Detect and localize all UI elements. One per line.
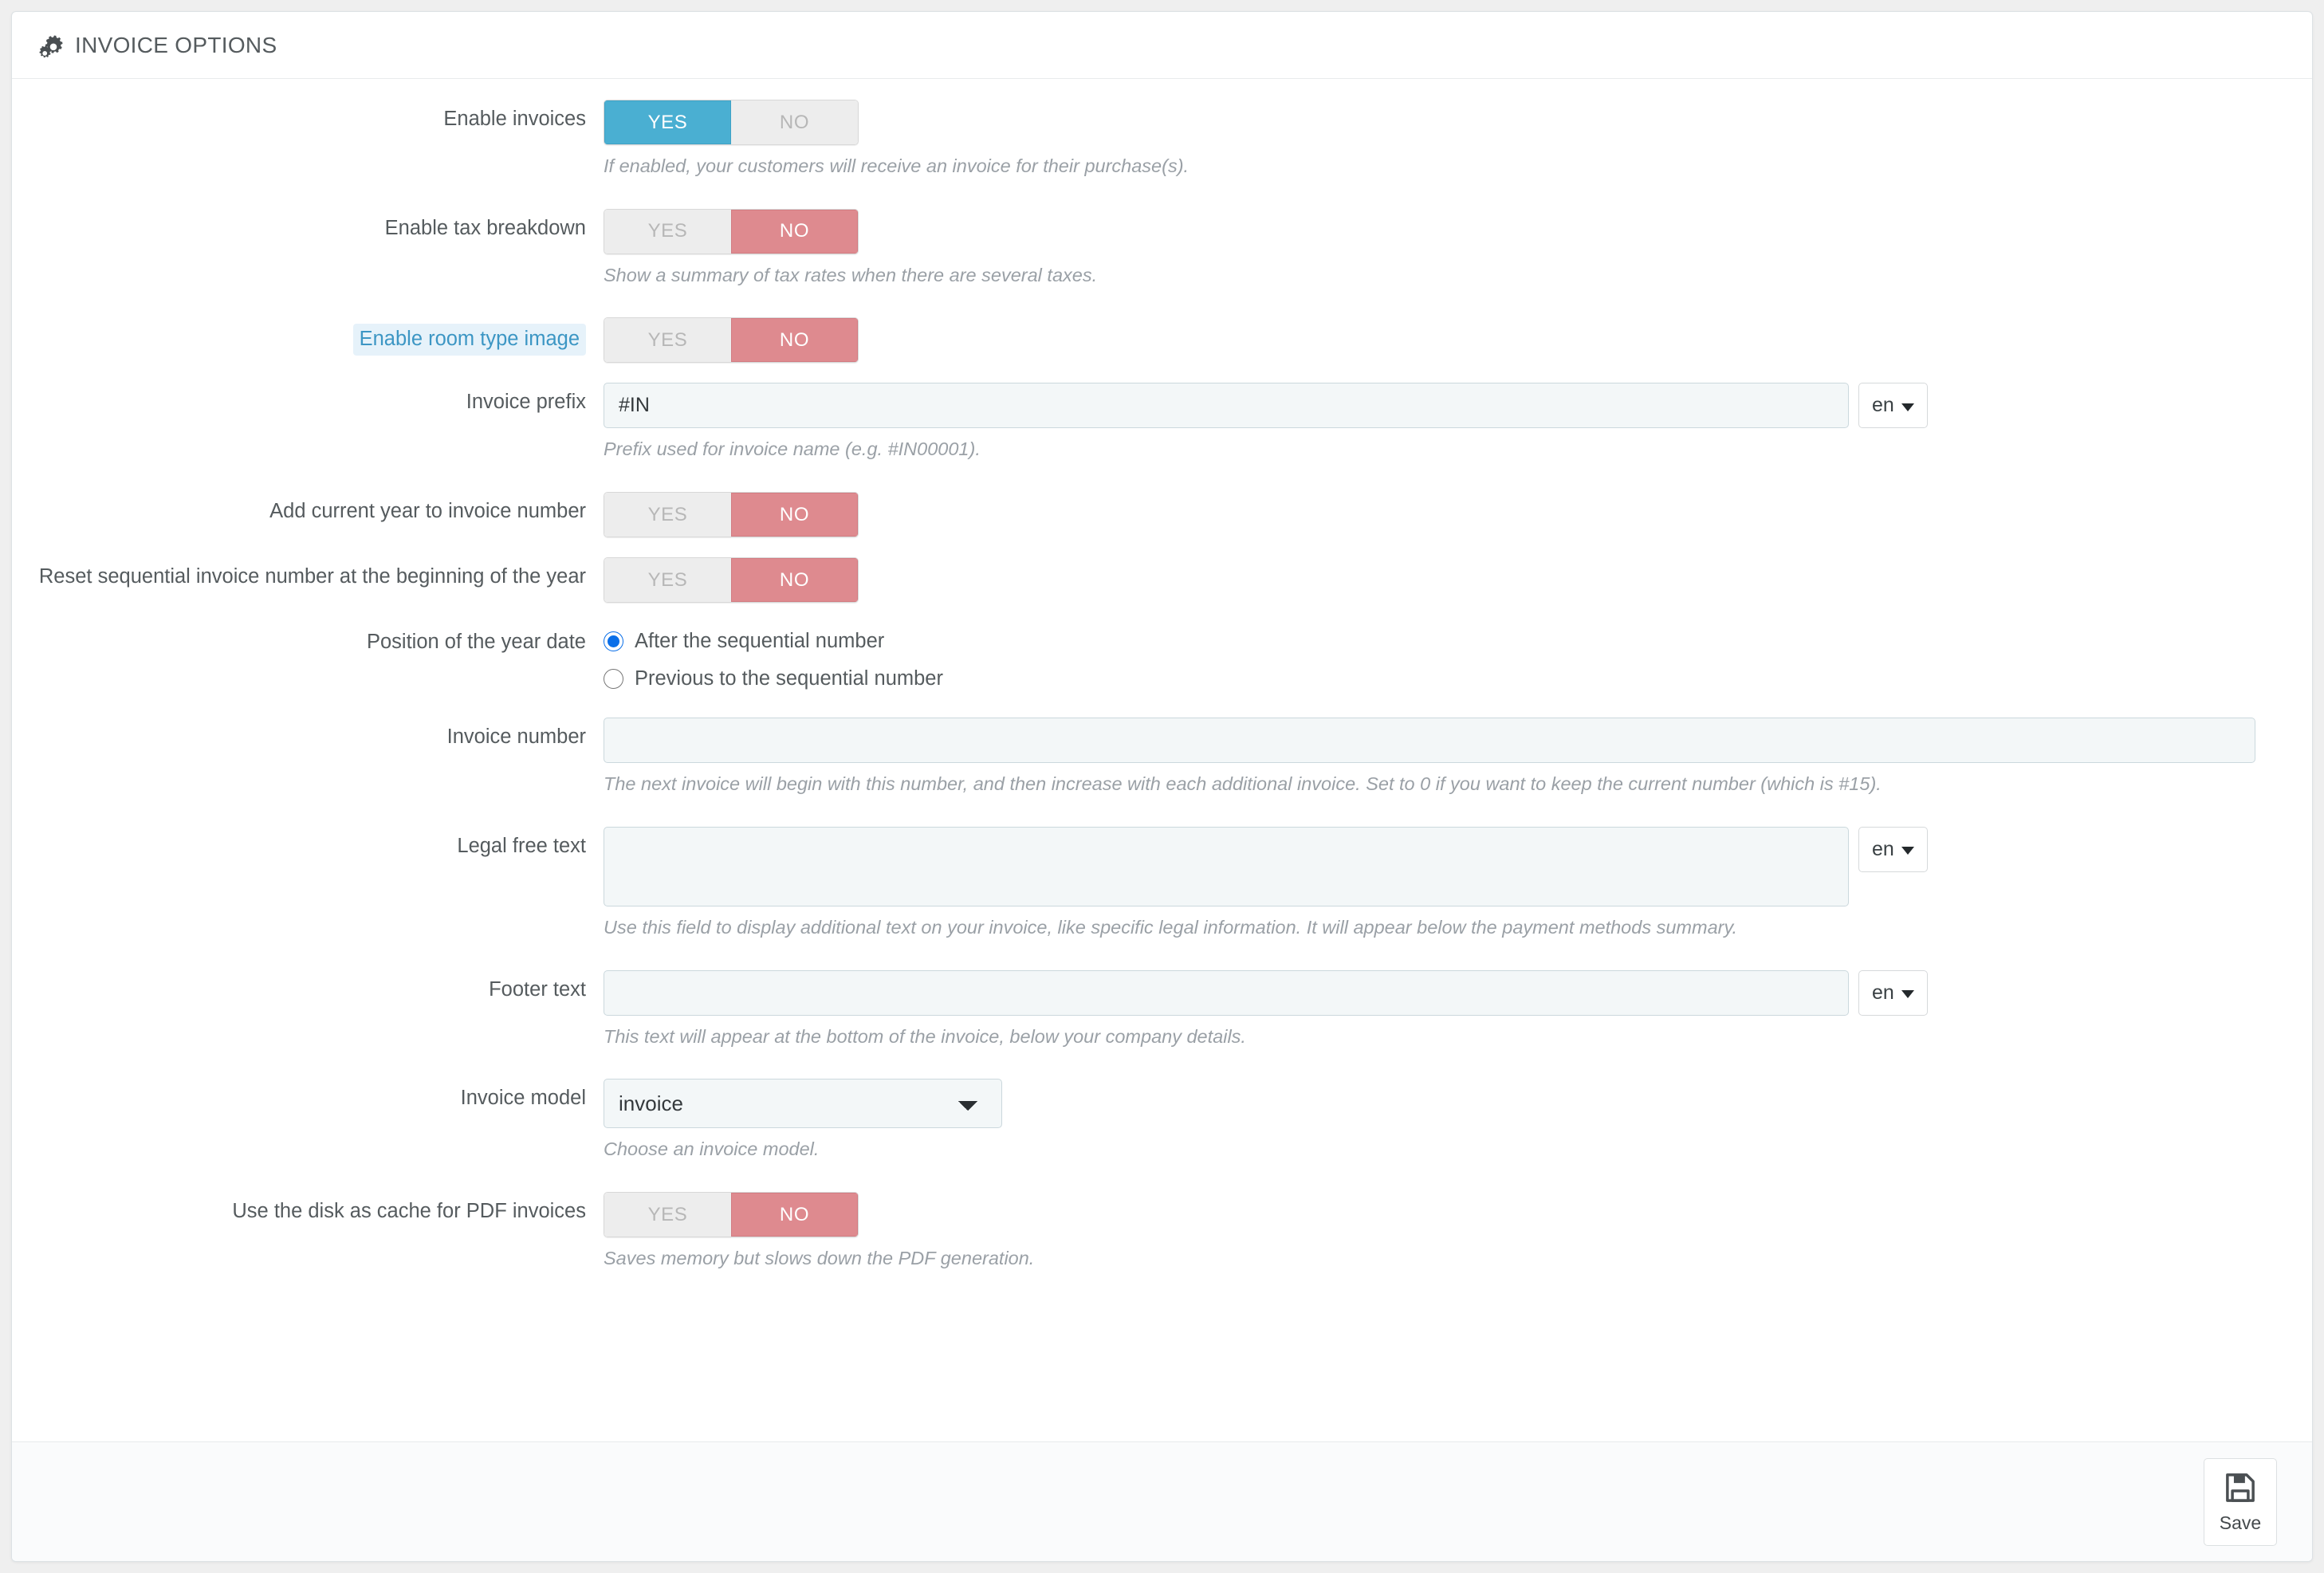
toggle-reset-sequential[interactable]: YES NO bbox=[604, 557, 859, 604]
panel-header: INVOICE OPTIONS bbox=[12, 12, 2312, 79]
save-button-label: Save bbox=[2219, 1512, 2262, 1533]
invoice-number-input[interactable] bbox=[604, 718, 2255, 764]
toggle-enable-invoices[interactable]: YES NO bbox=[604, 100, 859, 145]
language-code: en bbox=[1872, 837, 1894, 860]
panel-body: Enable invoices YES NO If enabled, your … bbox=[12, 79, 2312, 1304]
help-disk-cache: Saves memory but slows down the PDF gene… bbox=[604, 1248, 1035, 1269]
radio-label-previous[interactable]: Previous to the sequential number bbox=[635, 667, 943, 690]
help-invoice-model: Choose an invoice model. bbox=[604, 1138, 820, 1160]
toggle-enable-tax-breakdown[interactable]: YES NO bbox=[604, 208, 859, 254]
label-disk-cache: Use the disk as cache for PDF invoices bbox=[232, 1200, 586, 1223]
toggle-yes[interactable]: YES bbox=[604, 318, 731, 363]
label-footer-text: Footer text bbox=[489, 977, 586, 1001]
toggle-no[interactable]: NO bbox=[731, 1193, 858, 1237]
help-enable-tax-breakdown: Show a summary of tax rates when there a… bbox=[604, 264, 1098, 285]
label-invoice-prefix: Invoice prefix bbox=[466, 391, 586, 414]
row-footer-text: Footer text en This text will appear at … bbox=[12, 969, 2312, 1050]
row-invoice-prefix: Invoice prefix en Prefix used for invoic… bbox=[12, 383, 2312, 462]
save-button[interactable]: Save bbox=[2204, 1457, 2277, 1546]
label-add-current-year: Add current year to invoice number bbox=[269, 500, 586, 523]
language-dropdown-legal-free-text[interactable]: en bbox=[1858, 826, 1928, 872]
toggle-no[interactable]: NO bbox=[731, 558, 858, 603]
toggle-enable-room-type-image[interactable]: YES NO bbox=[604, 317, 859, 364]
toggle-add-current-year[interactable]: YES NO bbox=[604, 492, 859, 538]
floppy-disk-icon bbox=[2223, 1470, 2258, 1509]
toggle-no[interactable]: NO bbox=[731, 318, 858, 363]
radio-option-after[interactable]: After the sequential number bbox=[604, 623, 2280, 660]
radio-option-previous[interactable]: Previous to the sequential number bbox=[604, 660, 2280, 698]
language-dropdown-invoice-prefix[interactable]: en bbox=[1858, 383, 1928, 429]
toggle-yes[interactable]: YES bbox=[604, 100, 731, 144]
label-enable-tax-breakdown: Enable tax breakdown bbox=[384, 216, 586, 239]
toggle-yes[interactable]: YES bbox=[604, 493, 731, 537]
toggle-yes[interactable]: YES bbox=[604, 558, 731, 603]
invoice-prefix-input[interactable] bbox=[604, 383, 1849, 429]
row-invoice-number: Invoice number The next invoice will beg… bbox=[12, 718, 2312, 797]
cogs-icon bbox=[37, 33, 67, 60]
toggle-yes[interactable]: YES bbox=[604, 1193, 731, 1237]
row-reset-sequential: Reset sequential invoice number at the b… bbox=[12, 557, 2312, 604]
chevron-down-icon bbox=[1901, 990, 1914, 999]
help-footer-text: This text will appear at the bottom of t… bbox=[604, 1025, 1246, 1047]
row-disk-cache: Use the disk as cache for PDF invoices Y… bbox=[12, 1192, 2312, 1272]
label-reset-sequential: Reset sequential invoice number at the b… bbox=[38, 565, 586, 588]
label-highlight-text: Enable room type image bbox=[352, 324, 586, 356]
label-enable-room-type-image: Enable room type image bbox=[12, 317, 604, 356]
help-invoice-prefix: Prefix used for invoice name (e.g. #IN00… bbox=[604, 438, 981, 460]
panel-footer: Save bbox=[12, 1441, 2312, 1561]
language-dropdown-footer-text[interactable]: en bbox=[1858, 969, 1928, 1016]
toggle-no[interactable]: NO bbox=[731, 209, 858, 254]
invoice-options-panel: INVOICE OPTIONS Enable invoices YES NO I… bbox=[11, 11, 2313, 1562]
chevron-down-icon bbox=[1901, 403, 1914, 411]
language-code: en bbox=[1872, 394, 1894, 417]
help-invoice-number: The next invoice will begin with this nu… bbox=[604, 773, 1882, 795]
legal-free-text-input[interactable] bbox=[604, 826, 1849, 906]
radio-label-after[interactable]: After the sequential number bbox=[635, 630, 884, 653]
label-enable-invoices: Enable invoices bbox=[443, 108, 586, 130]
row-legal-free-text: Legal free text en Use this field to dis… bbox=[12, 826, 2312, 941]
row-enable-invoices: Enable invoices YES NO If enabled, your … bbox=[12, 100, 2312, 179]
language-code: en bbox=[1872, 981, 1894, 1004]
label-legal-free-text: Legal free text bbox=[457, 834, 586, 857]
row-enable-room-type-image: Enable room type image YES NO bbox=[12, 317, 2312, 364]
help-legal-free-text: Use this field to display additional tex… bbox=[604, 916, 1738, 938]
label-invoice-model: Invoice model bbox=[460, 1087, 586, 1110]
label-invoice-number: Invoice number bbox=[446, 726, 586, 749]
radio-input-after[interactable] bbox=[604, 631, 623, 652]
row-enable-tax-breakdown: Enable tax breakdown YES NO Show a summa… bbox=[12, 208, 2312, 289]
invoice-model-select[interactable]: invoice bbox=[604, 1079, 1002, 1129]
panel-title: INVOICE OPTIONS bbox=[75, 32, 277, 57]
chevron-down-icon bbox=[1901, 847, 1914, 855]
row-invoice-model: Invoice model invoice Choose an invoice … bbox=[12, 1079, 2312, 1162]
toggle-no[interactable]: NO bbox=[731, 100, 858, 144]
radio-input-previous[interactable] bbox=[604, 669, 623, 690]
label-year-position: Position of the year date bbox=[366, 631, 586, 654]
row-add-current-year: Add current year to invoice number YES N… bbox=[12, 492, 2312, 538]
row-year-position: Position of the year date After the sequ… bbox=[12, 623, 2312, 698]
toggle-disk-cache[interactable]: YES NO bbox=[604, 1192, 859, 1238]
toggle-yes[interactable]: YES bbox=[604, 209, 731, 254]
footer-text-input[interactable] bbox=[604, 969, 1849, 1016]
help-enable-invoices: If enabled, your customers will receive … bbox=[604, 155, 1190, 176]
toggle-no[interactable]: NO bbox=[731, 493, 858, 537]
